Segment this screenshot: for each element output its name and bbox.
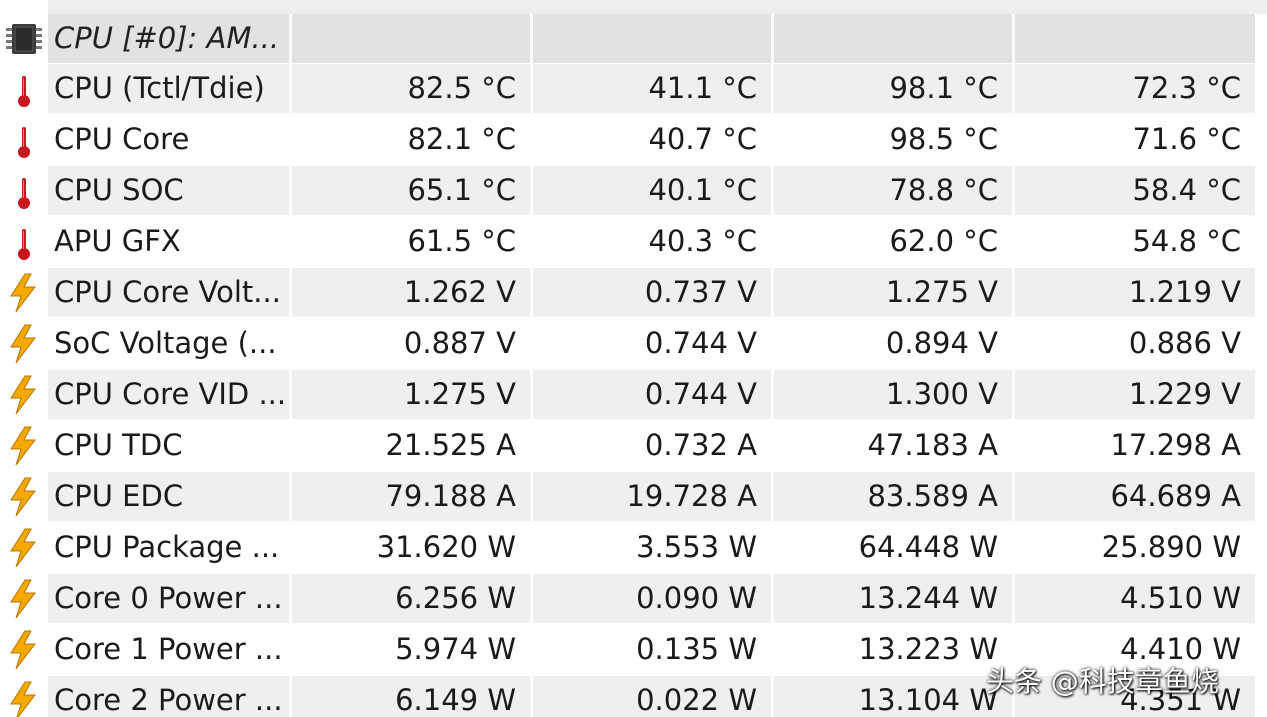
value-average: 72.3 °C bbox=[1015, 64, 1255, 113]
lightning-icon bbox=[8, 375, 38, 415]
sensor-label: CPU Package ... bbox=[48, 523, 289, 572]
sensor-label: CPU EDC bbox=[48, 472, 289, 521]
lightning-icon bbox=[8, 630, 38, 670]
value-current: 82.5 °C bbox=[292, 64, 530, 113]
thermometer-icon bbox=[16, 227, 32, 261]
value-minimum: 0.744 V bbox=[533, 319, 771, 368]
value-maximum: 13.104 W bbox=[774, 676, 1012, 717]
value-current: 6.256 W bbox=[292, 574, 530, 623]
value-minimum: 0.135 W bbox=[533, 625, 771, 674]
value-minimum: 41.1 °C bbox=[533, 64, 771, 113]
sensor-row[interactable]: CPU Core VID ... 1.275 V 0.744 V 1.300 V… bbox=[0, 370, 1267, 420]
value-maximum: 98.5 °C bbox=[774, 115, 1012, 164]
value-current: 1.275 V bbox=[292, 370, 530, 419]
value-maximum: 1.275 V bbox=[774, 268, 1012, 317]
sensor-label: CPU Core bbox=[48, 115, 289, 164]
chip-icon bbox=[6, 22, 42, 56]
header-cell-current bbox=[292, 14, 530, 63]
value-current: 1.262 V bbox=[292, 268, 530, 317]
sensor-row[interactable]: CPU Core 82.1 °C 40.7 °C 98.5 °C 71.6 °C bbox=[0, 115, 1267, 165]
value-current: 65.1 °C bbox=[292, 166, 530, 215]
value-minimum: 0.737 V bbox=[533, 268, 771, 317]
lightning-icon bbox=[8, 681, 38, 717]
header-cell-maximum bbox=[774, 14, 1012, 63]
value-current: 0.887 V bbox=[292, 319, 530, 368]
value-maximum: 64.448 W bbox=[774, 523, 1012, 572]
lightning-icon bbox=[8, 324, 38, 364]
sensor-label: CPU SOC bbox=[48, 166, 289, 215]
icon-cell bbox=[0, 14, 48, 64]
value-maximum: 13.244 W bbox=[774, 574, 1012, 623]
value-maximum: 13.223 W bbox=[774, 625, 1012, 674]
value-maximum: 47.183 A bbox=[774, 421, 1012, 470]
column-header-strip bbox=[48, 0, 1267, 14]
value-maximum: 1.300 V bbox=[774, 370, 1012, 419]
sensor-table: CPU [#0]: AM... CPU (Tctl/Tdie) 82.5 °C … bbox=[0, 0, 1267, 717]
value-current: 31.620 W bbox=[292, 523, 530, 572]
sensor-row[interactable]: APU GFX 61.5 °C 40.3 °C 62.0 °C 54.8 °C bbox=[0, 217, 1267, 267]
value-average: 71.6 °C bbox=[1015, 115, 1255, 164]
sensor-label: SoC Voltage (... bbox=[48, 319, 289, 368]
group-label: CPU [#0]: AM... bbox=[48, 14, 289, 63]
group-header-row[interactable]: CPU [#0]: AM... bbox=[0, 14, 1267, 64]
value-maximum: 0.894 V bbox=[774, 319, 1012, 368]
thermometer-icon bbox=[16, 125, 32, 159]
value-maximum: 83.589 A bbox=[774, 472, 1012, 521]
value-current: 5.974 W bbox=[292, 625, 530, 674]
sensor-row[interactable]: SoC Voltage (... 0.887 V 0.744 V 0.894 V… bbox=[0, 319, 1267, 369]
value-average: 17.298 A bbox=[1015, 421, 1255, 470]
value-minimum: 0.732 A bbox=[533, 421, 771, 470]
value-average: 25.890 W bbox=[1015, 523, 1255, 572]
value-minimum: 40.7 °C bbox=[533, 115, 771, 164]
value-current: 21.525 A bbox=[292, 421, 530, 470]
value-minimum: 40.1 °C bbox=[533, 166, 771, 215]
value-average: 1.229 V bbox=[1015, 370, 1255, 419]
value-current: 6.149 W bbox=[292, 676, 530, 717]
value-current: 79.188 A bbox=[292, 472, 530, 521]
sensor-row[interactable]: CPU (Tctl/Tdie) 82.5 °C 41.1 °C 98.1 °C … bbox=[0, 64, 1267, 114]
value-minimum: 0.090 W bbox=[533, 574, 771, 623]
value-average: 54.8 °C bbox=[1015, 217, 1255, 266]
lightning-icon bbox=[8, 477, 38, 517]
sensor-row[interactable]: CPU SOC 65.1 °C 40.1 °C 78.8 °C 58.4 °C bbox=[0, 166, 1267, 216]
sensor-row[interactable]: CPU EDC 79.188 A 19.728 A 83.589 A 64.68… bbox=[0, 472, 1267, 522]
value-maximum: 78.8 °C bbox=[774, 166, 1012, 215]
value-maximum: 98.1 °C bbox=[774, 64, 1012, 113]
value-average: 4.510 W bbox=[1015, 574, 1255, 623]
lightning-icon bbox=[8, 579, 38, 619]
sensor-label: Core 1 Power ... bbox=[48, 625, 289, 674]
value-current: 61.5 °C bbox=[292, 217, 530, 266]
sensor-label: CPU Core VID ... bbox=[48, 370, 289, 419]
sensor-row[interactable]: CPU Package ... 31.620 W 3.553 W 64.448 … bbox=[0, 523, 1267, 573]
sensor-label: Core 0 Power ... bbox=[48, 574, 289, 623]
value-average: 58.4 °C bbox=[1015, 166, 1255, 215]
sensor-label: APU GFX bbox=[48, 217, 289, 266]
header-cell-average bbox=[1015, 14, 1255, 63]
value-minimum: 19.728 A bbox=[533, 472, 771, 521]
header-cell-minimum bbox=[533, 14, 771, 63]
value-average: 1.219 V bbox=[1015, 268, 1255, 317]
sensor-label: Core 2 Power ... bbox=[48, 676, 289, 717]
value-minimum: 0.744 V bbox=[533, 370, 771, 419]
watermark: 头条 @科技章鱼烧 bbox=[986, 665, 1219, 698]
sensor-label: CPU Core Volt... bbox=[48, 268, 289, 317]
lightning-icon bbox=[8, 426, 38, 466]
thermometer-icon bbox=[16, 74, 32, 108]
thermometer-icon bbox=[16, 176, 32, 210]
sensor-row[interactable]: CPU Core Volt... 1.262 V 0.737 V 1.275 V… bbox=[0, 268, 1267, 318]
sensor-label: CPU TDC bbox=[48, 421, 289, 470]
sensor-row[interactable]: CPU TDC 21.525 A 0.732 A 47.183 A 17.298… bbox=[0, 421, 1267, 471]
lightning-icon bbox=[8, 273, 38, 313]
value-minimum: 40.3 °C bbox=[533, 217, 771, 266]
sensor-row[interactable]: Core 0 Power ... 6.256 W 0.090 W 13.244 … bbox=[0, 574, 1267, 624]
sensor-label: CPU (Tctl/Tdie) bbox=[48, 64, 289, 113]
value-average: 64.689 A bbox=[1015, 472, 1255, 521]
lightning-icon bbox=[8, 528, 38, 568]
value-minimum: 0.022 W bbox=[533, 676, 771, 717]
value-minimum: 3.553 W bbox=[533, 523, 771, 572]
value-average: 0.886 V bbox=[1015, 319, 1255, 368]
value-maximum: 62.0 °C bbox=[774, 217, 1012, 266]
value-current: 82.1 °C bbox=[292, 115, 530, 164]
